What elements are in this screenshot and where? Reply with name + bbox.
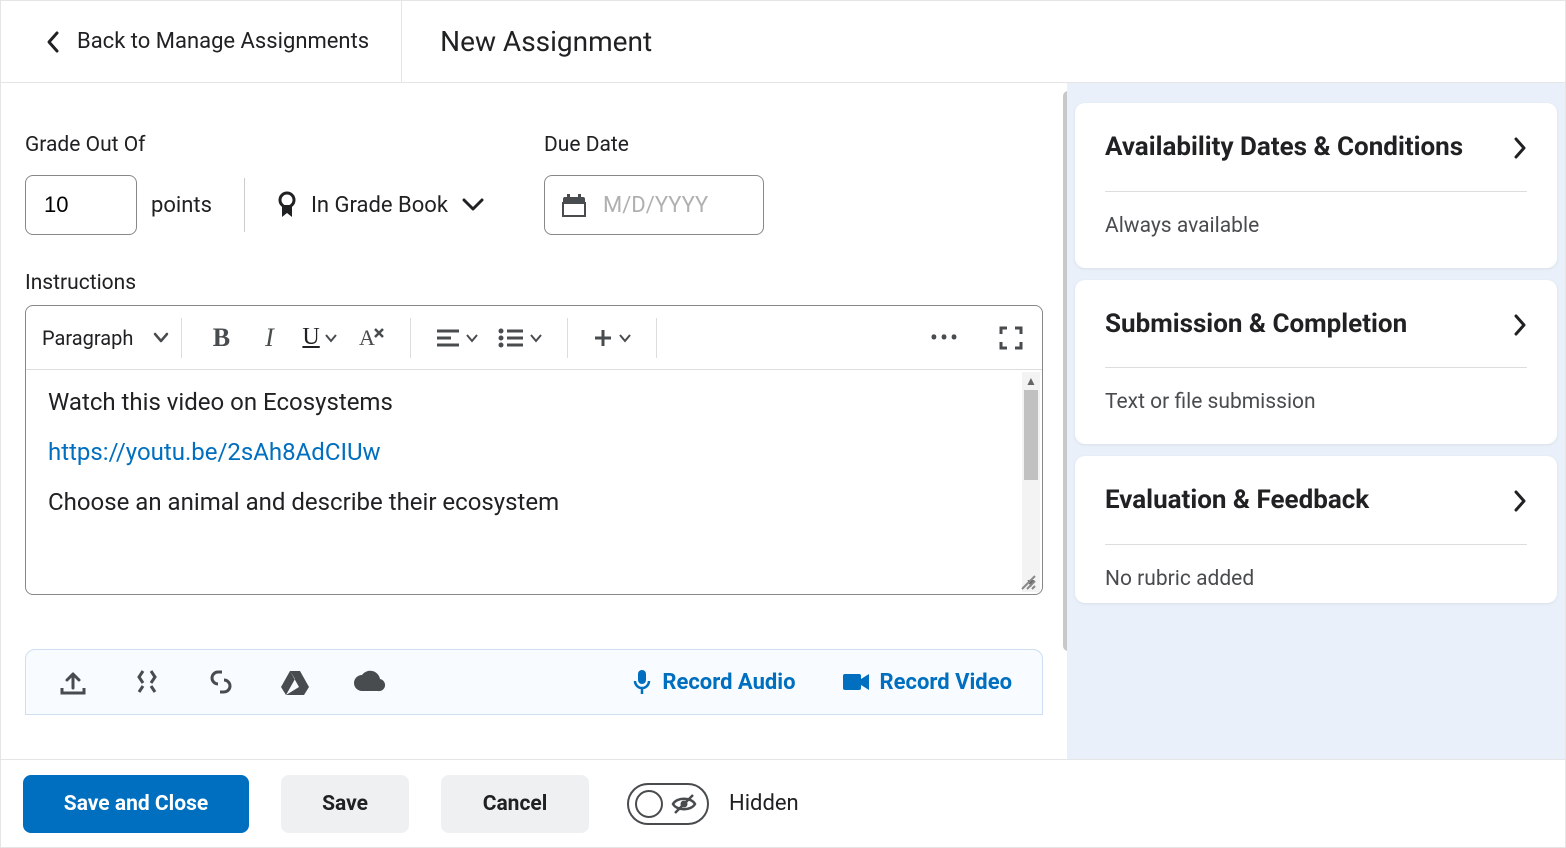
editor-line-3: Choose an animal and describe their ecos… <box>48 488 1020 516</box>
due-date-placeholder: M/D/YYYY <box>603 193 708 218</box>
grade-points-label: points <box>151 193 212 218</box>
editor-line-1: Watch this video on Ecosystems <box>48 388 1020 416</box>
grade-input[interactable] <box>25 175 137 235</box>
record-audio-button[interactable]: Record Audio <box>632 669 795 695</box>
editor-toolbar: Paragraph B I U A <box>26 306 1042 370</box>
video-icon <box>842 672 870 692</box>
back-label: Back to Manage Assignments <box>77 29 369 54</box>
editor-content[interactable]: Watch this video on Ecosystems https://y… <box>26 370 1042 594</box>
underline-dropdown[interactable]: U <box>302 324 337 351</box>
more-icon[interactable]: ••• <box>930 323 960 353</box>
chevron-right-icon <box>1513 490 1527 512</box>
due-date-label: Due Date <box>544 133 764 157</box>
panel-submission-title: Submission & Completion <box>1105 306 1407 344</box>
chevron-down-icon <box>462 197 484 213</box>
svg-text:A: A <box>359 325 375 350</box>
instructions-editor: Paragraph B I U A <box>25 305 1043 595</box>
main-column: Standards Grade Out Of points In Grade B… <box>1 83 1067 759</box>
upload-icon[interactable] <box>56 667 90 697</box>
due-date-input[interactable]: M/D/YYYY <box>544 175 764 235</box>
drive-icon[interactable] <box>278 667 312 697</box>
divider <box>244 178 245 232</box>
paragraph-selector-label: Paragraph <box>42 326 133 350</box>
fullscreen-icon[interactable] <box>996 323 1026 353</box>
cloud-icon[interactable] <box>352 667 386 697</box>
italic-icon[interactable]: I <box>254 323 284 353</box>
clipped-standards-row: Standards <box>25 83 1043 93</box>
panel-availability: Availability Dates & Conditions Always a… <box>1075 103 1557 268</box>
record-audio-label: Record Audio <box>662 670 795 695</box>
bold-icon[interactable]: B <box>206 323 236 353</box>
panel-submission-sub: Text or file submission <box>1105 390 1527 414</box>
back-button[interactable]: Back to Manage Assignments <box>1 1 402 82</box>
panel-evaluation: Evaluation & Feedback No rubric added <box>1075 456 1557 603</box>
panel-availability-sub: Always available <box>1105 214 1527 238</box>
link-icon[interactable] <box>204 667 238 697</box>
top-header: Back to Manage Assignments New Assignmen… <box>1 1 1565 83</box>
paragraph-selector[interactable]: Paragraph <box>42 326 175 350</box>
quicklink-icon[interactable] <box>130 667 164 697</box>
chevron-right-icon <box>1513 137 1527 159</box>
attachment-bar: Record Audio Record Video <box>25 649 1043 715</box>
resize-handle-icon[interactable] <box>1018 572 1036 590</box>
panel-evaluation-title: Evaluation & Feedback <box>1105 482 1369 520</box>
grade-book-dropdown[interactable]: In Grade Book <box>277 191 484 219</box>
record-video-button[interactable]: Record Video <box>842 669 1012 695</box>
panel-evaluation-header[interactable]: Evaluation & Feedback <box>1105 482 1527 520</box>
footer-bar: Save and Close Save Cancel Hidden <box>1 759 1565 847</box>
panel-submission: Submission & Completion Text or file sub… <box>1075 280 1557 445</box>
main-scrollbar[interactable] <box>1063 91 1067 651</box>
save-button[interactable]: Save <box>281 775 409 833</box>
panel-availability-title: Availability Dates & Conditions <box>1105 129 1463 167</box>
save-and-close-button[interactable]: Save and Close <box>23 775 249 833</box>
list-dropdown[interactable] <box>497 327 543 349</box>
editor-link[interactable]: https://youtu.be/2sAh8AdCIUw <box>48 438 381 466</box>
align-dropdown[interactable] <box>435 327 479 349</box>
page-title: New Assignment <box>402 25 652 58</box>
eye-off-icon <box>671 793 697 815</box>
microphone-icon <box>632 669 652 695</box>
grade-book-label: In Grade Book <box>311 193 448 218</box>
chevron-right-icon <box>1513 314 1527 336</box>
grade-label: Grade Out Of <box>25 133 484 157</box>
panel-submission-header[interactable]: Submission & Completion <box>1105 306 1527 344</box>
ribbon-icon <box>277 191 297 219</box>
cancel-button[interactable]: Cancel <box>441 775 589 833</box>
record-video-label: Record Video <box>880 670 1012 695</box>
instructions-label: Instructions <box>25 271 1043 295</box>
chevron-left-icon <box>45 30 61 54</box>
clear-format-icon[interactable]: A <box>356 323 386 353</box>
standards-link[interactable]: Standards <box>25 83 120 89</box>
visibility-toggle[interactable] <box>627 783 709 825</box>
visibility-label: Hidden <box>729 791 799 816</box>
calendar-icon <box>561 192 587 218</box>
panel-evaluation-sub: No rubric added <box>1105 567 1527 591</box>
side-column: Availability Dates & Conditions Always a… <box>1067 83 1565 759</box>
insert-dropdown[interactable] <box>592 327 632 349</box>
panel-availability-header[interactable]: Availability Dates & Conditions <box>1105 129 1527 167</box>
editor-scrollbar[interactable]: ▲▼ <box>1022 372 1040 592</box>
